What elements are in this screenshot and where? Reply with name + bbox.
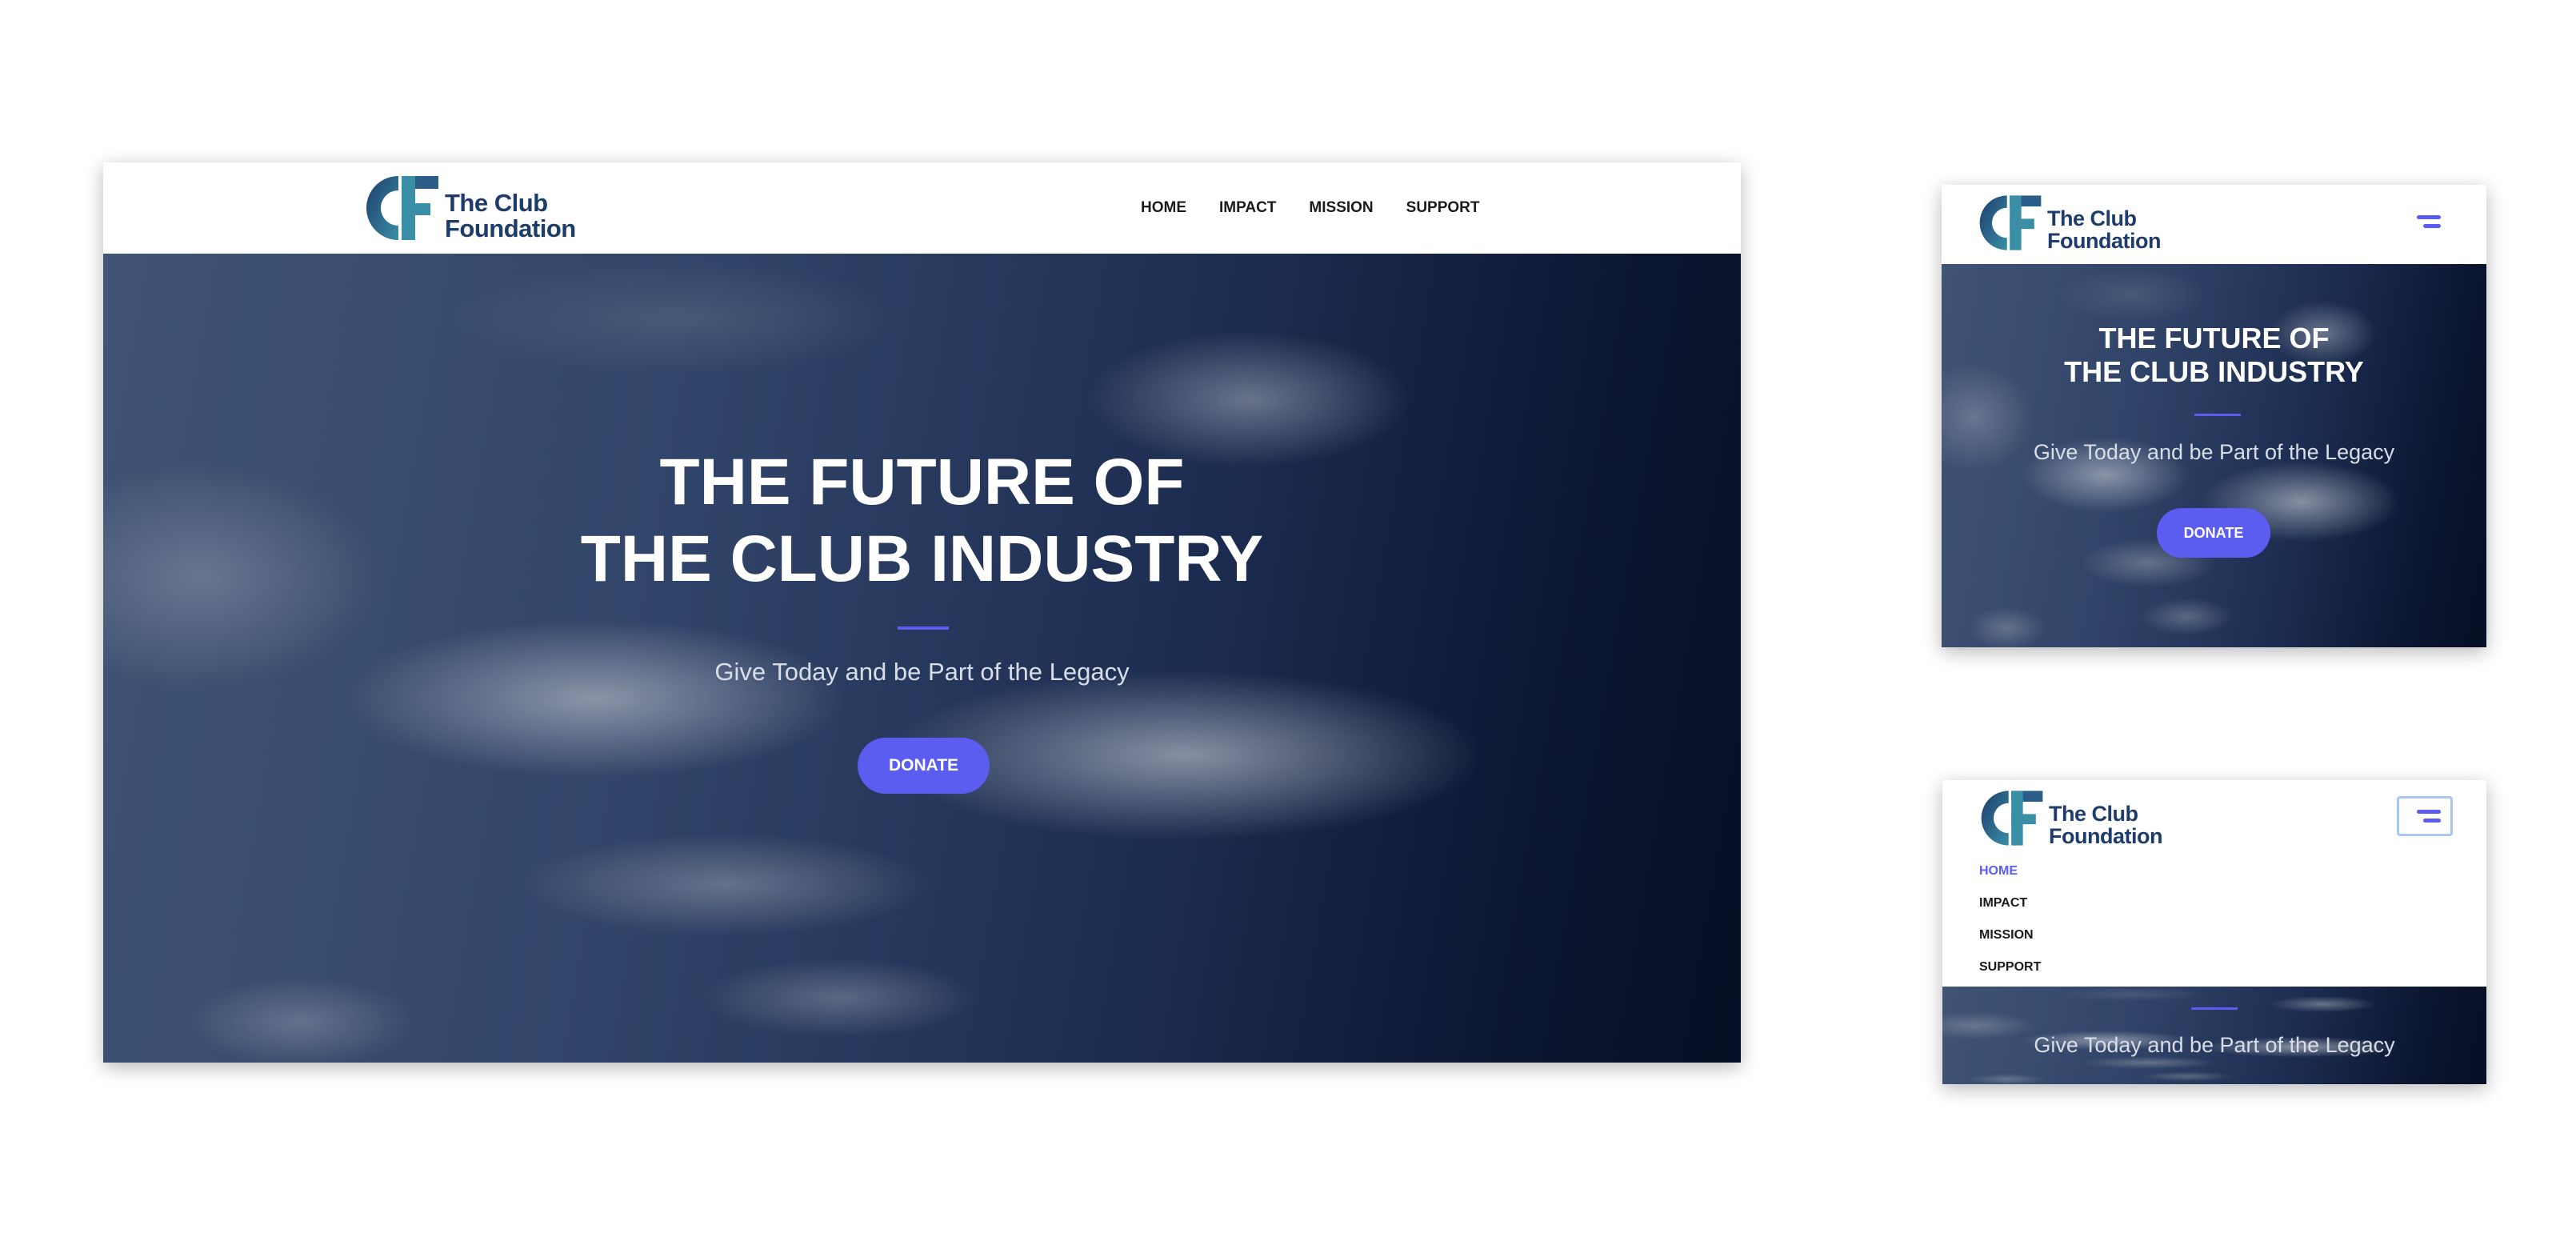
hamburger-menu-icon[interactable] [2409, 214, 2441, 231]
nav-support[interactable]: SUPPORT [1406, 199, 1480, 217]
mobile-hero-section: THE FUTURE OF THE CLUB INDUSTRY Give Tod… [1942, 264, 2486, 647]
nav-mission[interactable]: MISSION [1309, 199, 1373, 217]
mobile-nav-mission[interactable]: MISSION [1979, 928, 2034, 943]
desktop-preview: The Club Foundation HOME IMPACT MISSION … [103, 162, 1741, 1063]
main-nav: HOME IMPACT MISSION SUPPORT [1141, 199, 1480, 217]
mobile-menu-hero-tagline: Give Today and be Part of the Legacy [2034, 1033, 2395, 1057]
title-divider [2191, 1007, 2238, 1010]
nav-home[interactable]: HOME [1141, 199, 1186, 217]
hero-title: THE FUTURE OF THE CLUB INDUSTRY [580, 446, 1264, 595]
donate-button[interactable]: DONATE [858, 738, 990, 794]
hamburger-focus-ring[interactable] [2397, 796, 2453, 836]
mobile-logo[interactable]: The Club Foundation [1977, 193, 2161, 253]
mobile-nav-home[interactable]: HOME [1979, 864, 2018, 879]
mobile-menu-preview: The Club Foundation HOME IMPACT MISSION … [1942, 780, 2486, 1084]
mobile-nav-impact[interactable]: IMPACT [1979, 896, 2027, 911]
site-logo[interactable]: The Club Foundation [363, 173, 576, 243]
mobile-hero-title: THE FUTURE OF THE CLUB INDUSTRY [2064, 322, 2364, 388]
mobile-hero-tagline: Give Today and be Part of the Legacy [2033, 440, 2395, 464]
hero-tagline: Give Today and be Part of the Legacy [714, 658, 1130, 686]
site-header: The Club Foundation HOME IMPACT MISSION … [103, 162, 1741, 254]
title-divider [2194, 414, 2241, 416]
cf-monogram-icon [1979, 195, 2042, 250]
cf-monogram-icon [1981, 791, 2043, 846]
mobile-header: The Club Foundation [1942, 185, 2486, 264]
title-divider [898, 627, 949, 630]
mobile-donate-button[interactable]: DONATE [2157, 508, 2270, 558]
mobile-nav-support[interactable]: SUPPORT [1979, 960, 2041, 975]
mobile-nav-menu: HOME IMPACT MISSION SUPPORT [1942, 859, 2486, 974]
hero-section: THE FUTURE OF THE CLUB INDUSTRY Give Tod… [103, 254, 1741, 1063]
nav-impact[interactable]: IMPACT [1219, 199, 1276, 217]
logo-wordmark: The Club Foundation [2049, 801, 2162, 848]
logo-wordmark: The Club Foundation [445, 189, 576, 242]
cf-monogram-icon [366, 176, 438, 240]
mobile-preview: The Club Foundation THE FUTURE OF THE CL… [1942, 185, 2486, 647]
mobile-menu-hero-section: Give Today and be Part of the Legacy [1942, 987, 2486, 1084]
mobile-menu-header: The Club Foundation [1942, 780, 2486, 859]
logo-wordmark: The Club Foundation [2047, 206, 2161, 253]
hamburger-menu-icon [2410, 808, 2441, 826]
mobile-logo[interactable]: The Club Foundation [1978, 788, 2162, 848]
